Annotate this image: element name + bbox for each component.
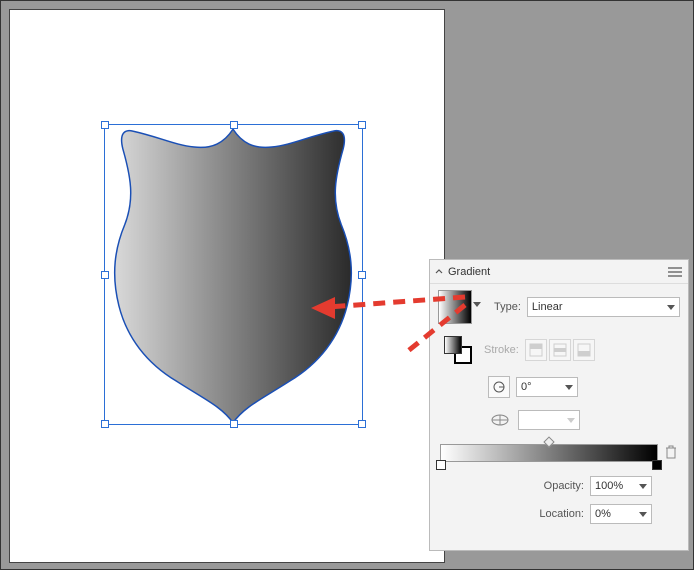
gradient-type-select[interactable]: Linear (527, 297, 680, 317)
gradient-stop-start[interactable] (436, 460, 446, 470)
resize-handle-tm[interactable] (230, 121, 238, 129)
gradient-ramp[interactable] (440, 444, 658, 462)
stroke-align-outside-button[interactable] (573, 339, 595, 361)
resize-handle-bm[interactable] (230, 420, 238, 428)
aspect-ratio-icon (488, 410, 512, 430)
resize-handle-tr[interactable] (358, 121, 366, 129)
aspect-ratio-select[interactable] (518, 410, 580, 430)
chevron-down-icon (639, 484, 647, 489)
location-label: Location: (539, 508, 584, 520)
gradient-midpoint-handle[interactable] (543, 436, 554, 447)
opacity-label: Opacity: (544, 480, 584, 492)
panel-menu-icon[interactable] (668, 267, 682, 277)
angle-row: 0° (430, 370, 688, 404)
aspect-row (430, 404, 688, 436)
selection-bounding-box[interactable] (104, 124, 363, 425)
chevron-down-icon (567, 418, 575, 423)
panel-title: Gradient (448, 266, 490, 278)
collapse-chevron-icon[interactable] (434, 267, 444, 277)
resize-handle-mr[interactable] (358, 271, 366, 279)
gradient-type-value: Linear (532, 301, 563, 313)
opacity-value: 100% (595, 480, 623, 492)
type-row: Type: Linear (430, 284, 688, 330)
stroke-label: Stroke: (484, 344, 519, 356)
gradient-panel: Gradient Type: Linear Stroke: (429, 259, 689, 551)
chevron-down-icon (639, 512, 647, 517)
resize-handle-bl[interactable] (101, 420, 109, 428)
delete-stop-icon[interactable] (664, 444, 678, 460)
location-value: 0% (595, 508, 611, 520)
opacity-select[interactable]: 100% (590, 476, 652, 496)
chevron-down-icon (667, 305, 675, 310)
panel-header: Gradient (430, 260, 688, 284)
location-select[interactable]: 0% (590, 504, 652, 524)
resize-handle-tl[interactable] (101, 121, 109, 129)
resize-handle-br[interactable] (358, 420, 366, 428)
angle-value: 0° (521, 381, 532, 393)
gradient-preview-swatch[interactable] (438, 290, 472, 324)
angle-dial-button[interactable] (488, 376, 510, 398)
stroke-row: Stroke: (430, 330, 688, 370)
gradient-stop-end[interactable] (652, 460, 662, 470)
fill-stroke-swap[interactable] (444, 336, 472, 364)
canvas-artboard (9, 9, 445, 563)
resize-handle-ml[interactable] (101, 271, 109, 279)
fill-swatch[interactable] (444, 336, 462, 354)
gradient-swatch-dropdown-icon[interactable] (473, 302, 481, 307)
type-label: Type: (494, 301, 521, 313)
shield-shape[interactable] (105, 125, 362, 424)
gradient-slider-area (430, 436, 688, 466)
stroke-align-center-button[interactable] (549, 339, 571, 361)
stroke-align-inside-button[interactable] (525, 339, 547, 361)
chevron-down-icon (565, 385, 573, 390)
angle-select[interactable]: 0° (516, 377, 578, 397)
